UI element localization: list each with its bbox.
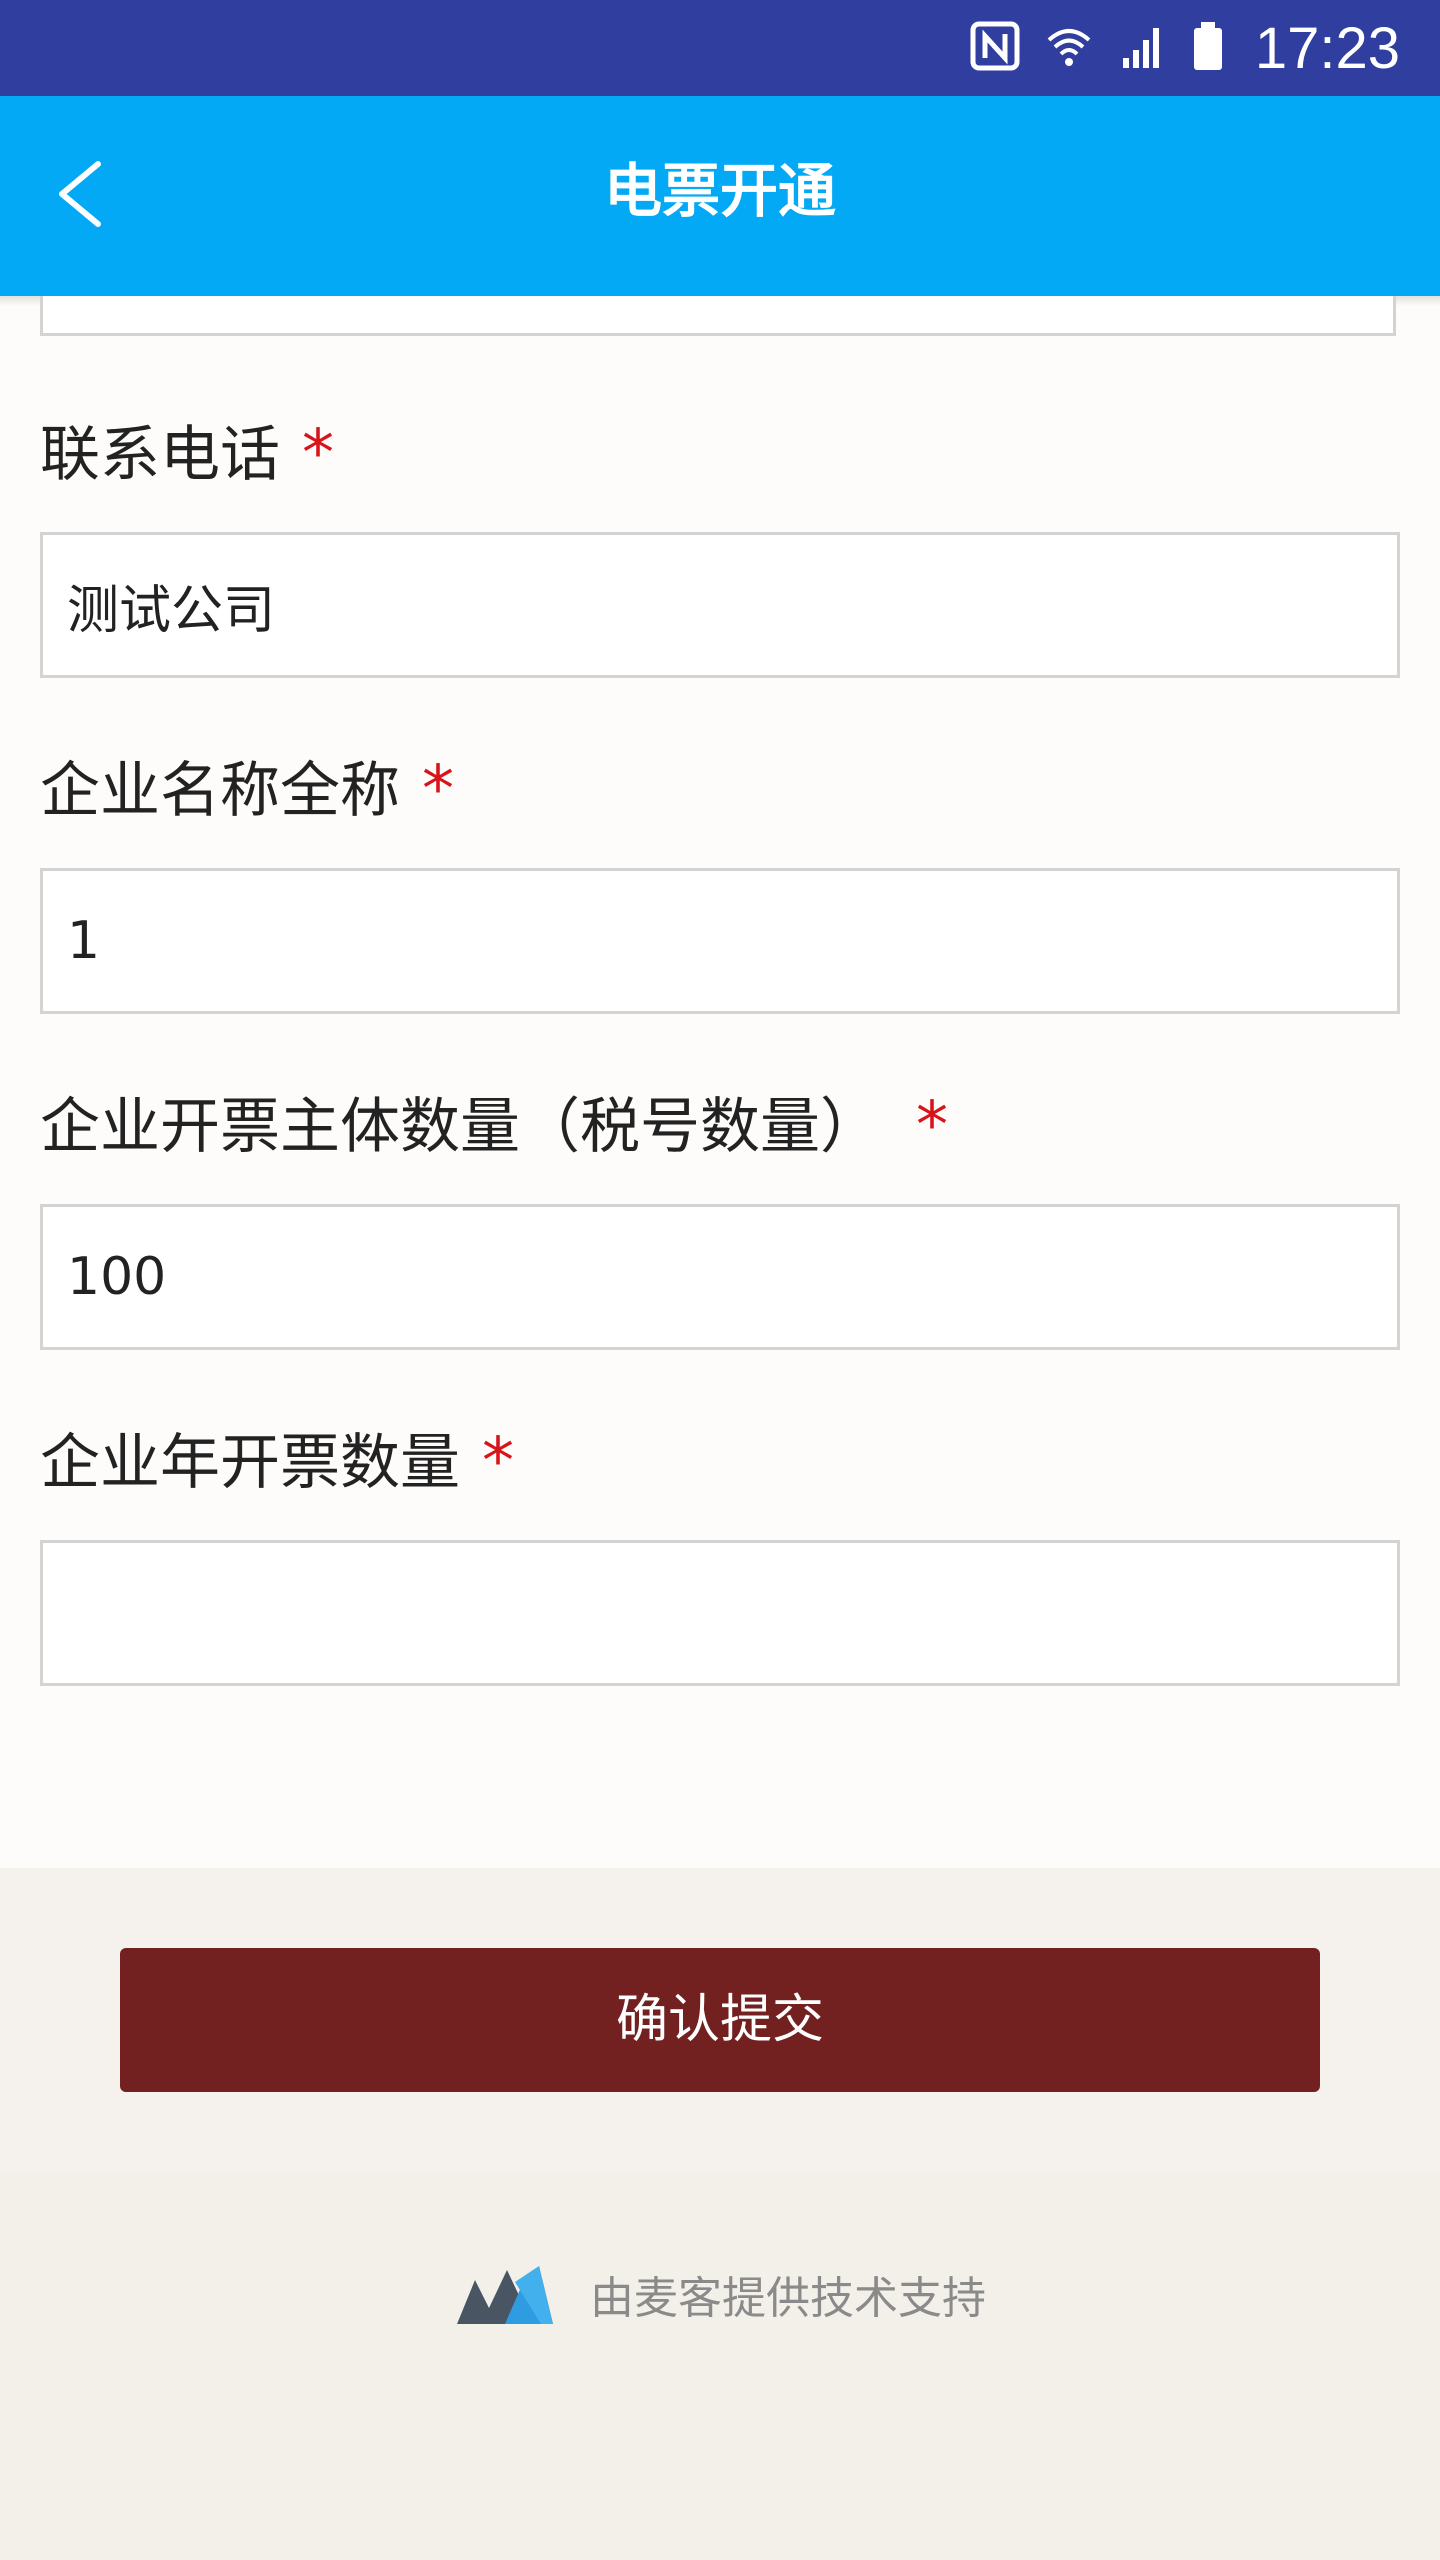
field-label-annual-invoice-count: 企业年开票数量 *: [40, 1414, 514, 1501]
nfc-icon: [969, 20, 1021, 76]
required-mark: *: [422, 753, 454, 827]
chevron-left-icon: [50, 154, 110, 238]
app-bar: 电票开通: [0, 96, 1440, 296]
phone-input[interactable]: [40, 532, 1400, 678]
submit-area: 确认提交: [0, 1868, 1440, 2172]
required-mark: *: [302, 417, 334, 491]
wifi-icon: [1043, 20, 1095, 76]
field-label-text: 联系电话: [40, 420, 280, 490]
field-label-text: 企业年开票数量: [40, 1428, 460, 1498]
field-label-tax-entity-count: 企业开票主体数量（税号数量） *: [40, 1078, 948, 1165]
required-mark: *: [482, 1425, 514, 1499]
maike-logo-icon: [455, 2262, 555, 2332]
signal-icon: [1117, 20, 1169, 76]
tax-entity-count-input[interactable]: [40, 1204, 1400, 1350]
status-icons: 17:23: [969, 0, 1400, 96]
page-title: 电票开通: [603, 157, 836, 225]
field-label-text: 企业名称全称: [40, 756, 400, 826]
status-time: 17:23: [1254, 15, 1400, 81]
company-name-input[interactable]: [40, 868, 1400, 1014]
previous-field-input[interactable]: [40, 296, 1396, 336]
submit-button[interactable]: 确认提交: [120, 1948, 1320, 2092]
annual-invoice-count-input[interactable]: [40, 1540, 1400, 1686]
status-bar: 17:23: [0, 0, 1440, 96]
field-label-phone: 联系电话 *: [40, 406, 334, 493]
form-area: 联系电话 * 企业名称全称 * 企业开票主体数量（税号数量） * 企业年开票数量 *: [0, 296, 1440, 1868]
required-mark: *: [916, 1089, 948, 1163]
battery-icon: [1191, 20, 1225, 76]
back-button[interactable]: [20, 136, 140, 256]
footer-text: 由麦客提供技术支持: [590, 2273, 986, 2324]
field-label-text: 企业开票主体数量（税号数量）: [40, 1092, 880, 1162]
field-label-company-name: 企业名称全称 *: [40, 742, 454, 829]
footer: 由麦客提供技术支持: [0, 2172, 1440, 2560]
